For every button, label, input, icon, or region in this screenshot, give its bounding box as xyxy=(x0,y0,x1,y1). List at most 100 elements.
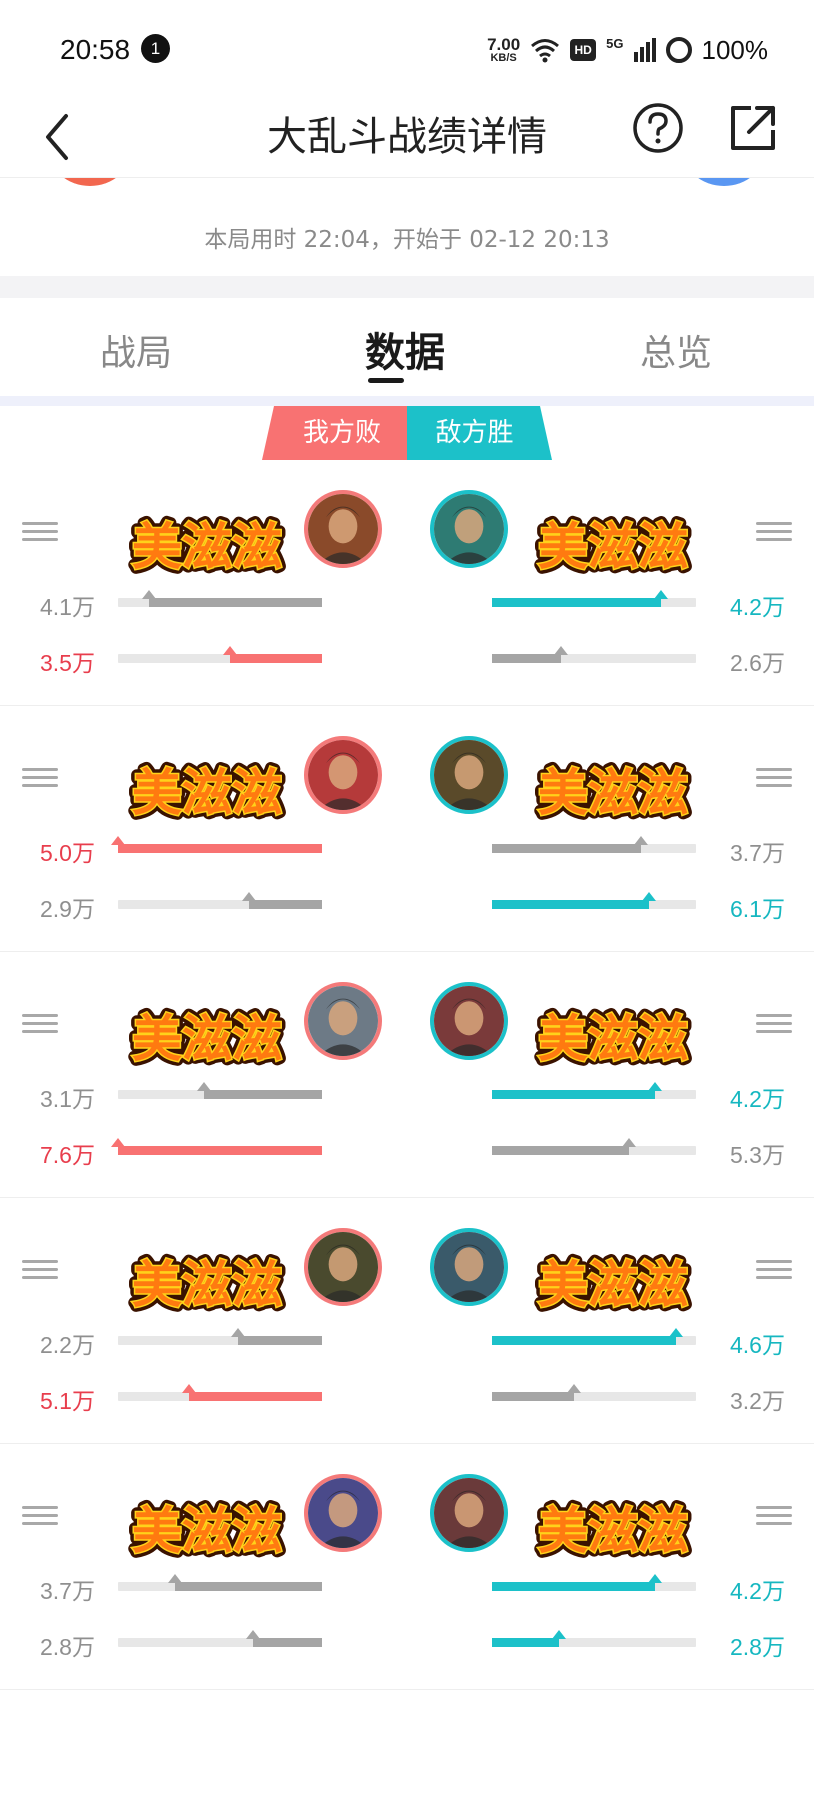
damage-bar-fill xyxy=(492,836,648,853)
damage-value-right-line1: 4.2万 xyxy=(730,1578,785,1604)
svg-text:美滋滋: 美滋滋 xyxy=(538,518,688,576)
damage-value-left-line2: 2.8万 xyxy=(40,1634,95,1660)
player-rows: 美滋滋 美滋滋 美滋滋 美滋滋 4.1万 3.5万 4.2万 2.6万 美滋滋 … xyxy=(0,460,814,1690)
damage-bar-fill xyxy=(492,1328,683,1345)
damage-bar-fill xyxy=(111,1138,322,1155)
champion-avatar-right[interactable] xyxy=(430,1474,508,1552)
champion-avatar-right[interactable] xyxy=(430,490,508,568)
champion-avatar-right[interactable] xyxy=(430,736,508,814)
drag-handle-icon[interactable] xyxy=(756,522,792,542)
battery-icon xyxy=(665,37,692,63)
damage-bar-right-line1 xyxy=(492,836,696,853)
damage-value-right-line2: 3.2万 xyxy=(730,1388,785,1414)
drag-handle-icon[interactable] xyxy=(22,1260,58,1280)
svg-text:美滋滋: 美滋滋 xyxy=(538,764,688,822)
player-row: 美滋滋 美滋滋 美滋滋 美滋滋 4.1万 3.5万 4.2万 2.6万 xyxy=(0,460,814,706)
damage-bar-right-line2 xyxy=(492,892,696,909)
section-divider xyxy=(0,276,814,298)
champion-portrait-icon xyxy=(434,740,504,810)
our-team-lose-badge: 我方败 xyxy=(262,406,412,460)
damage-bar-fill xyxy=(492,1082,663,1099)
damage-bar-fill xyxy=(141,590,322,607)
champion-avatar-right[interactable] xyxy=(430,982,508,1060)
player-row: 美滋滋 美滋滋 美滋滋 美滋滋 2.2万 5.1万 4.6万 3.2万 xyxy=(0,1198,814,1444)
damage-bar-left-line2 xyxy=(118,1384,322,1401)
damage-bar-right-line1 xyxy=(492,1082,696,1099)
damage-bar-fill xyxy=(223,646,322,663)
damage-bar-left-line2 xyxy=(118,1630,322,1647)
damage-bar-fill xyxy=(245,1630,322,1647)
hd-badge: HD xyxy=(570,39,597,61)
result-badges: 我方败 敌方胜 xyxy=(262,406,552,460)
bar-tip xyxy=(566,1384,581,1393)
tab-battle[interactable]: 战局 xyxy=(100,324,172,376)
damage-bar-right-line2 xyxy=(492,1630,696,1647)
bar-tip xyxy=(231,1328,246,1337)
damage-value-left-line2: 3.5万 xyxy=(40,650,95,676)
damage-value-right-line1: 3.7万 xyxy=(730,840,785,866)
player-row: 美滋滋 美滋滋 美滋滋 美滋滋 3.1万 7.6万 4.2万 5.3万 xyxy=(0,952,814,1198)
status-bar: 20:58 1 7.00 KB/S HD 5G 100% xyxy=(0,0,814,98)
enemy-team-win-badge: 敌方胜 xyxy=(407,406,552,460)
svg-text:美滋滋: 美滋滋 xyxy=(538,1010,688,1068)
svg-text:美滋滋: 美滋滋 xyxy=(132,1010,282,1068)
damage-value-left-line1: 2.2万 xyxy=(40,1332,95,1358)
damage-bar-fill xyxy=(231,1328,322,1345)
row-divider xyxy=(0,1689,814,1690)
damage-bar-fill xyxy=(492,1630,567,1647)
drag-handle-icon[interactable] xyxy=(22,522,58,542)
damage-bar-fill xyxy=(492,1384,581,1401)
meizizi-sticker: 美滋滋 美滋滋 xyxy=(127,1251,287,1319)
damage-bar-fill xyxy=(241,892,322,909)
drag-handle-icon[interactable] xyxy=(22,1014,58,1034)
network-speed: 7.00 KB/S xyxy=(487,36,520,64)
bar-tip xyxy=(621,1138,636,1147)
champion-portrait-icon xyxy=(434,1232,504,1302)
network-speed-unit: KB/S xyxy=(490,52,517,64)
bar-tip xyxy=(141,590,156,599)
damage-value-left-line1: 3.1万 xyxy=(40,1086,95,1112)
drag-handle-icon[interactable] xyxy=(756,768,792,788)
bar-tip xyxy=(552,1630,567,1639)
damage-bar-fill xyxy=(111,836,322,853)
damage-value-left-line1: 3.7万 xyxy=(40,1578,95,1604)
drag-handle-icon[interactable] xyxy=(22,768,58,788)
player-row: 美滋滋 美滋滋 美滋滋 美滋滋 3.7万 2.8万 4.2万 2.8万 xyxy=(0,1444,814,1690)
meizizi-sticker: 美滋滋 美滋滋 xyxy=(533,1251,693,1319)
bar-tip xyxy=(633,836,648,845)
drag-handle-icon[interactable] xyxy=(756,1014,792,1034)
damage-value-right-line1: 4.2万 xyxy=(730,594,785,620)
svg-text:美滋滋: 美滋滋 xyxy=(538,1502,688,1560)
bar-tip xyxy=(654,590,669,599)
damage-value-right-line2: 2.8万 xyxy=(730,1634,785,1660)
active-tab-indicator xyxy=(368,378,404,383)
status-indicators: 7.00 KB/S HD 5G 100% xyxy=(487,34,768,66)
damage-bar-right-line1 xyxy=(492,1574,696,1591)
help-button[interactable] xyxy=(631,101,685,155)
damage-bar-left-line2 xyxy=(111,1138,322,1155)
damage-bar-left-line1 xyxy=(118,590,322,607)
damage-value-left-line1: 4.1万 xyxy=(40,594,95,620)
network-type: 5G xyxy=(606,35,624,51)
damage-value-right-line2: 6.1万 xyxy=(730,896,785,922)
bar-tip xyxy=(168,1574,183,1583)
meizizi-sticker: 美滋滋 美滋滋 xyxy=(127,1497,287,1565)
damage-bar-right-line2 xyxy=(492,1384,696,1401)
damage-value-right-line2: 2.6万 xyxy=(730,650,785,676)
share-button[interactable] xyxy=(725,100,781,156)
drag-handle-icon[interactable] xyxy=(756,1260,792,1280)
drag-handle-icon[interactable] xyxy=(22,1506,58,1526)
tab-overview[interactable]: 总览 xyxy=(640,324,712,376)
tab-data[interactable]: 数据 xyxy=(365,320,445,378)
damage-bar-left-line1 xyxy=(118,1082,322,1099)
damage-bar-right-line2 xyxy=(492,646,696,663)
drag-handle-icon[interactable] xyxy=(756,1506,792,1526)
bar-tip xyxy=(554,646,569,655)
meizizi-sticker: 美滋滋 美滋滋 xyxy=(533,1497,693,1565)
bar-tip xyxy=(111,836,125,845)
champion-avatar-right[interactable] xyxy=(430,1228,508,1306)
network-speed-value: 7.00 xyxy=(487,35,521,54)
tabs-divider xyxy=(0,396,814,406)
damage-bar-left-line1 xyxy=(111,836,322,853)
svg-text:美滋滋: 美滋滋 xyxy=(538,1256,688,1314)
